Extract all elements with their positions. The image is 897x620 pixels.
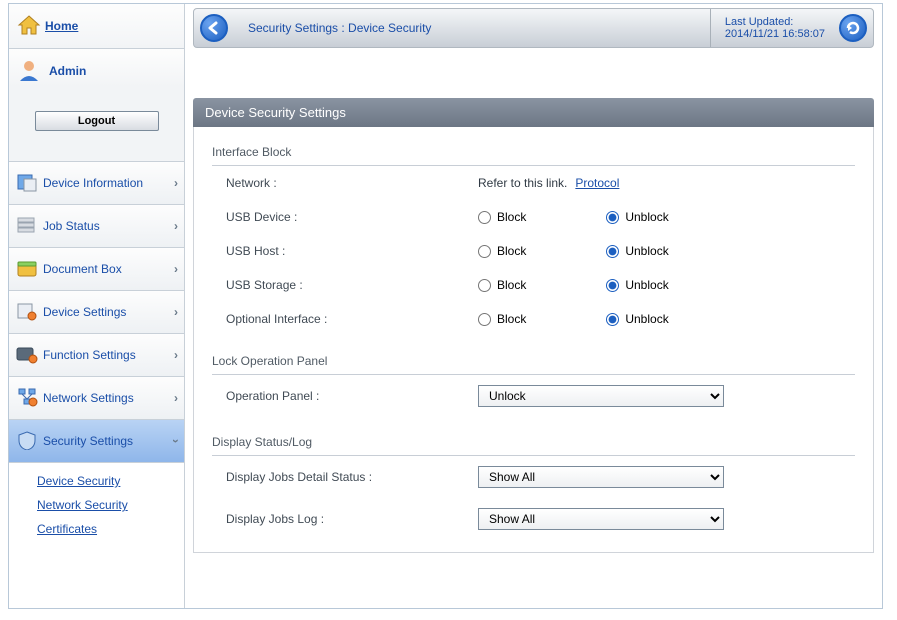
sidebar-item-label: Device Settings xyxy=(43,305,174,319)
last-updated-time: 2014/11/21 16:58:07 xyxy=(725,28,825,40)
sidebar-item-document-box[interactable]: Document Box › xyxy=(9,248,184,291)
row-usb-device: USB Device : Block Unblock xyxy=(212,200,855,234)
label-usb-device: USB Device : xyxy=(226,210,478,224)
radio-opt-if-block[interactable]: Block xyxy=(478,312,526,326)
subnav-network-security[interactable]: Network Security xyxy=(37,493,184,517)
refresh-button[interactable] xyxy=(839,14,867,42)
radio-usb-storage-block[interactable]: Block xyxy=(478,278,526,292)
job-status-icon xyxy=(15,215,43,237)
sidebar-item-device-settings[interactable]: Device Settings › xyxy=(9,291,184,334)
breadcrumb: Security Settings : Device Security xyxy=(228,9,711,47)
chevron-right-icon: › xyxy=(174,262,178,276)
group-lock-panel: Lock Operation Panel xyxy=(212,336,855,375)
text-refer-link: Refer to this link. xyxy=(478,176,567,190)
radio-usb-device-unblock[interactable]: Unblock xyxy=(606,210,668,224)
row-usb-host: USB Host : Block Unblock xyxy=(212,234,855,268)
sidebar-item-label: Network Settings xyxy=(43,391,174,405)
logout-button[interactable]: Logout xyxy=(35,111,159,131)
home-icon xyxy=(17,14,45,38)
content-header: Security Settings : Device Security Last… xyxy=(193,8,874,48)
network-icon xyxy=(15,387,43,409)
group-display-status: Display Status/Log xyxy=(212,417,855,456)
row-network: Network : Refer to this link. Protocol xyxy=(212,166,855,200)
security-subnav: Device Security Network Security Certifi… xyxy=(9,463,184,547)
sidebar-item-label: Device Information xyxy=(43,176,174,190)
subnav-device-security[interactable]: Device Security xyxy=(37,469,184,493)
sidebar-item-label: Document Box xyxy=(43,262,174,276)
chevron-right-icon: › xyxy=(174,391,178,405)
device-info-icon xyxy=(15,172,43,194)
nav-list: Device Information › Job Status › Docume… xyxy=(9,162,184,547)
radio-usb-host-unblock[interactable]: Unblock xyxy=(606,244,668,258)
sidebar-admin: Admin xyxy=(9,49,184,87)
group-interface-block: Interface Block xyxy=(212,127,855,166)
box-icon xyxy=(15,258,43,280)
row-display-jobs-log: Display Jobs Log : Show All xyxy=(212,498,855,540)
radio-usb-storage-unblock[interactable]: Unblock xyxy=(606,278,668,292)
chevron-down-icon: › xyxy=(169,439,183,443)
sidebar-item-label: Function Settings xyxy=(43,348,174,362)
sidebar: Home Admin Logout Device Information › J… xyxy=(9,4,185,608)
chevron-right-icon: › xyxy=(174,176,178,190)
radio-usb-host-block[interactable]: Block xyxy=(478,244,526,258)
last-updated: Last Updated: 2014/11/21 16:58:07 xyxy=(711,9,839,47)
user-icon xyxy=(17,59,45,83)
last-updated-label: Last Updated: xyxy=(725,16,825,28)
sidebar-item-job-status[interactable]: Job Status › xyxy=(9,205,184,248)
device-settings-icon xyxy=(15,301,43,323)
chevron-right-icon: › xyxy=(174,305,178,319)
sidebar-item-label: Job Status xyxy=(43,219,174,233)
row-operation-panel: Operation Panel : Unlock xyxy=(212,375,855,417)
sidebar-item-security-settings[interactable]: Security Settings › xyxy=(9,420,184,463)
label-optional-interface: Optional Interface : xyxy=(226,312,478,326)
row-optional-interface: Optional Interface : Block Unblock xyxy=(212,302,855,336)
label-display-jobs-log: Display Jobs Log : xyxy=(226,512,478,526)
function-settings-icon xyxy=(15,344,43,366)
radio-usb-device-block[interactable]: Block xyxy=(478,210,526,224)
content: Security Settings : Device Security Last… xyxy=(185,4,882,608)
section-title: Device Security Settings xyxy=(193,98,874,127)
label-operation-panel: Operation Panel : xyxy=(226,389,478,403)
select-display-detail-status[interactable]: Show All xyxy=(478,466,724,488)
subnav-certificates[interactable]: Certificates xyxy=(37,517,184,541)
select-display-jobs-log[interactable]: Show All xyxy=(478,508,724,530)
label-usb-storage: USB Storage : xyxy=(226,278,478,292)
panel: Interface Block Network : Refer to this … xyxy=(193,127,874,553)
protocol-link[interactable]: Protocol xyxy=(575,176,619,190)
chevron-right-icon: › xyxy=(174,348,178,362)
sidebar-home[interactable]: Home xyxy=(9,4,184,49)
sidebar-item-network-settings[interactable]: Network Settings › xyxy=(9,377,184,420)
label-display-detail-status: Display Jobs Detail Status : xyxy=(226,470,478,484)
row-display-detail-status: Display Jobs Detail Status : Show All xyxy=(212,456,855,498)
chevron-right-icon: › xyxy=(174,219,178,233)
home-link[interactable]: Home xyxy=(45,19,78,33)
radio-opt-if-unblock[interactable]: Unblock xyxy=(606,312,668,326)
row-usb-storage: USB Storage : Block Unblock xyxy=(212,268,855,302)
back-button[interactable] xyxy=(200,14,228,42)
sidebar-item-function-settings[interactable]: Function Settings › xyxy=(9,334,184,377)
select-operation-panel[interactable]: Unlock xyxy=(478,385,724,407)
shield-icon xyxy=(15,430,43,452)
logout-area: Logout xyxy=(9,87,184,162)
sidebar-item-label: Security Settings xyxy=(43,434,174,448)
label-network: Network : xyxy=(226,176,478,190)
sidebar-item-device-information[interactable]: Device Information › xyxy=(9,162,184,205)
label-usb-host: USB Host : xyxy=(226,244,478,258)
admin-name: Admin xyxy=(49,64,86,78)
